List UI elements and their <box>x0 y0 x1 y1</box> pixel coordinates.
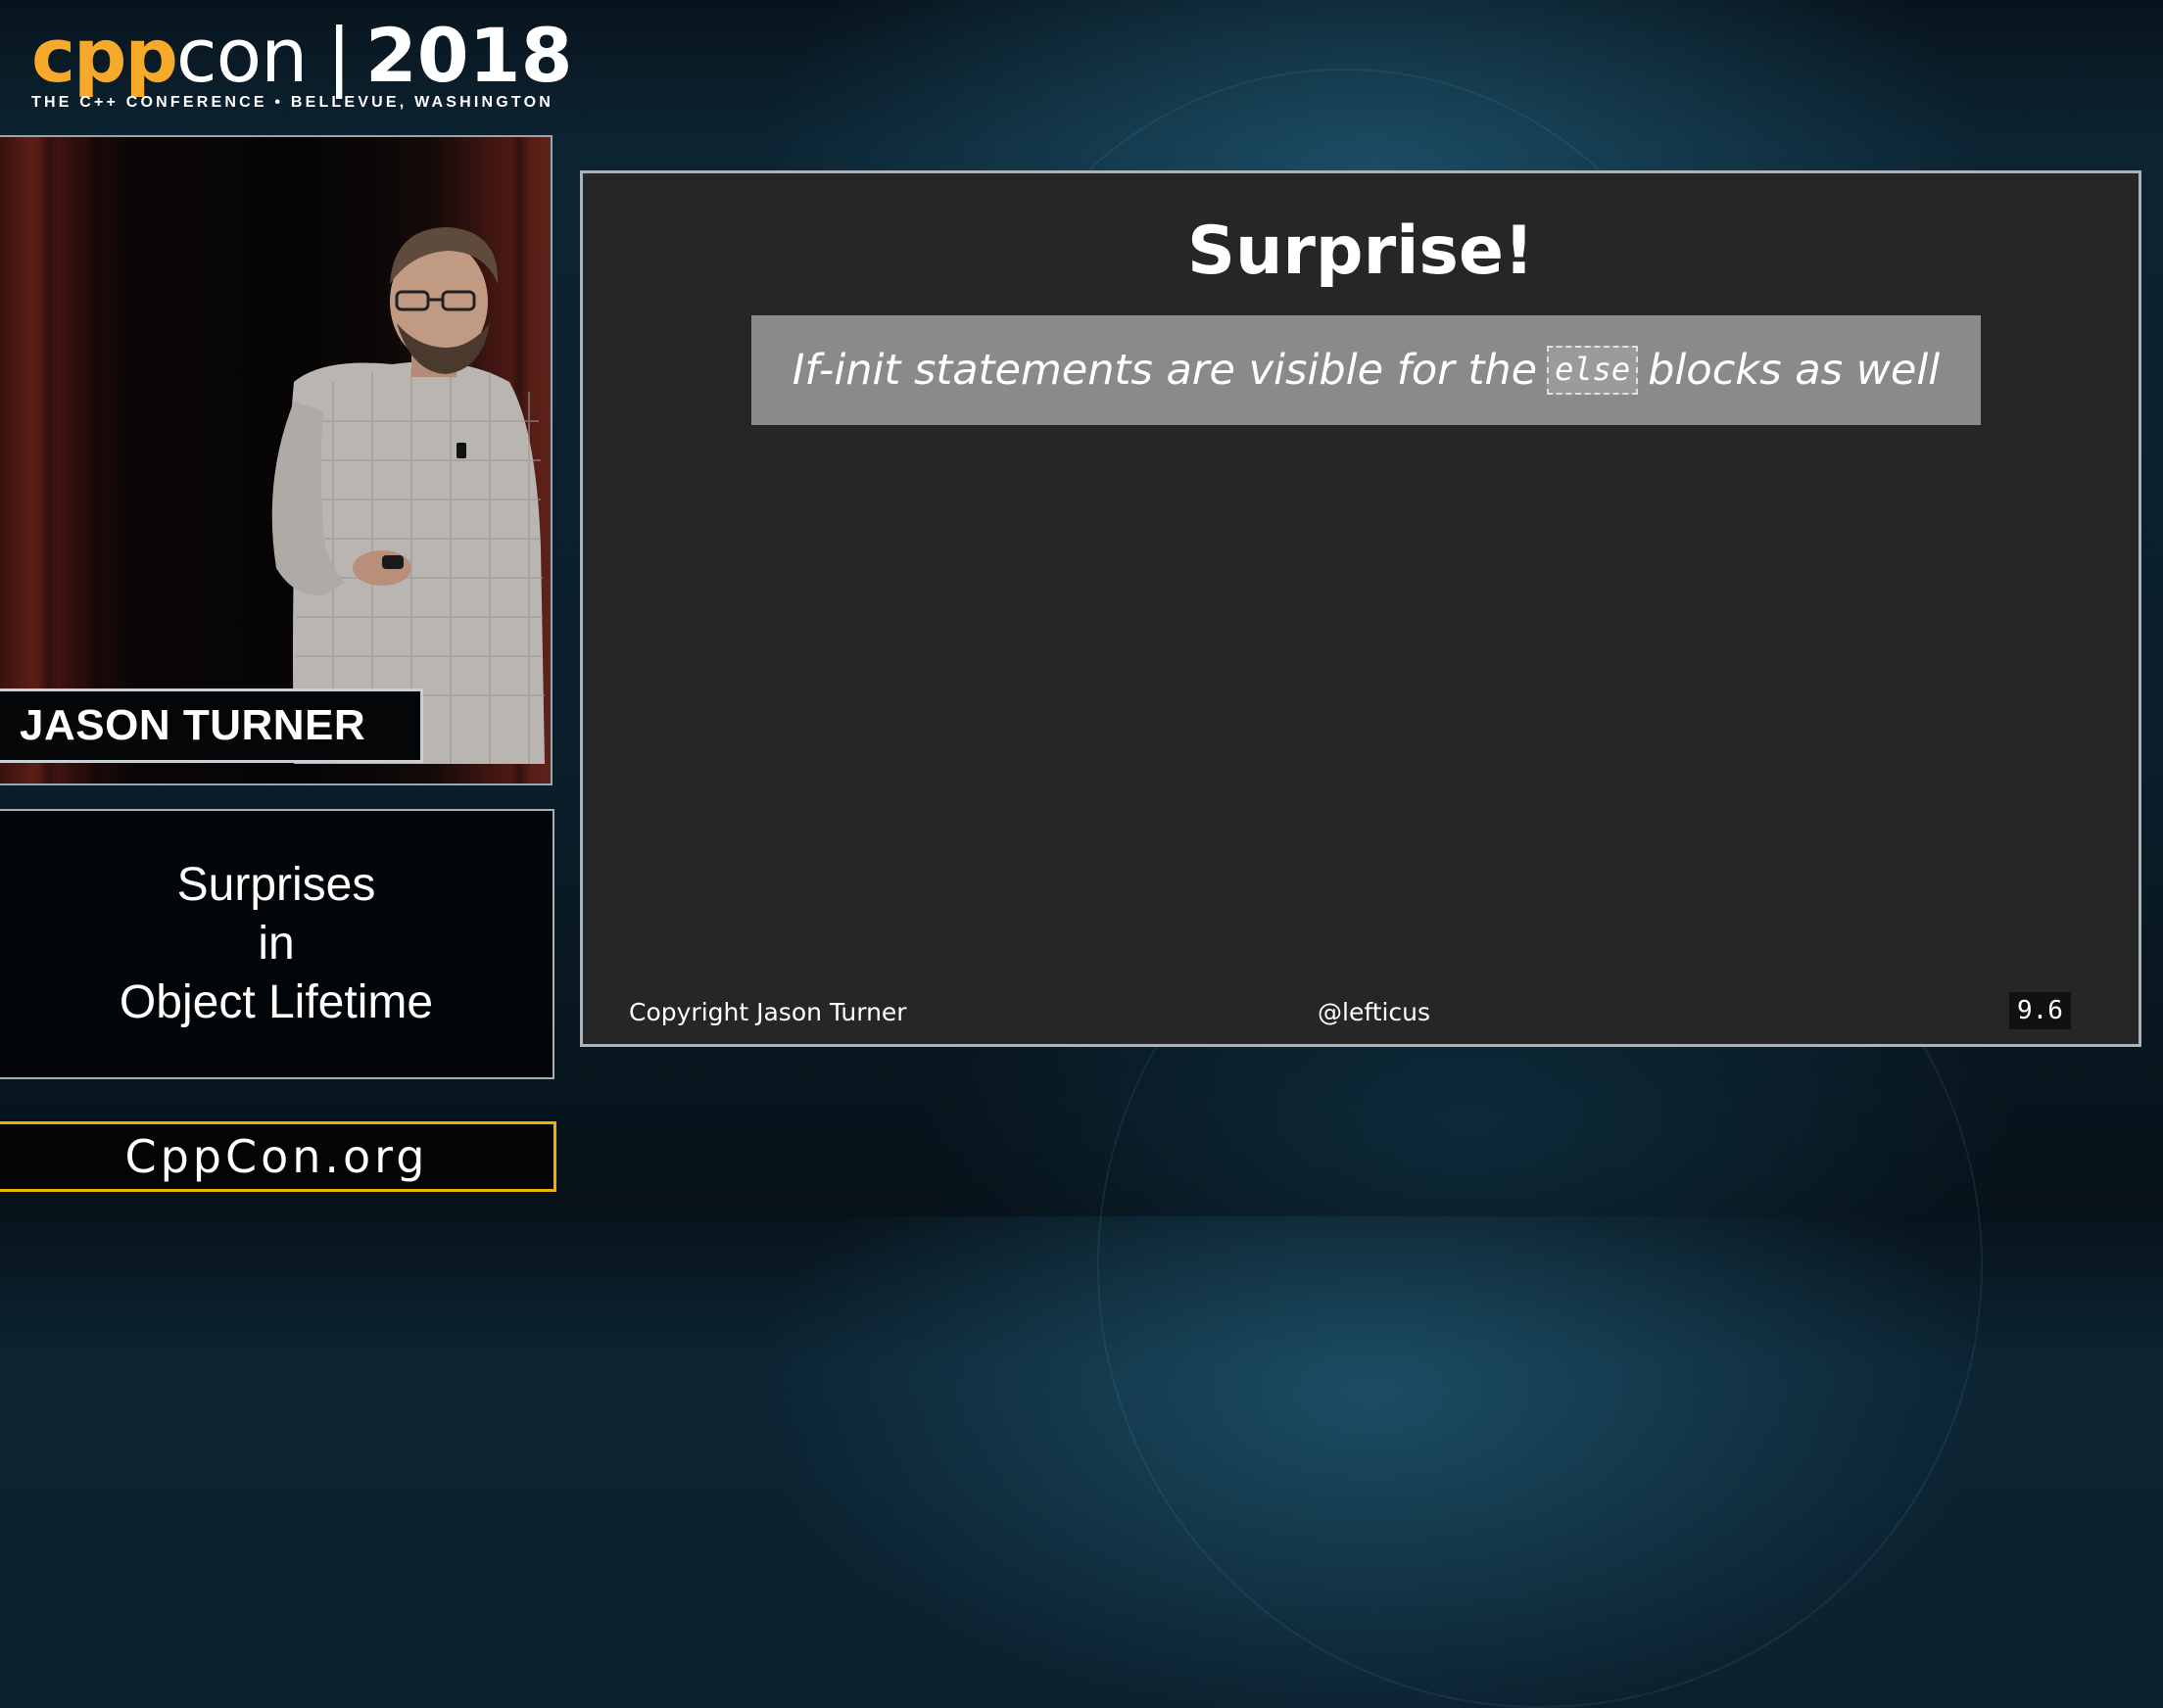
logo-year: 2018 <box>364 12 573 99</box>
conference-site-box: CppCon.org <box>0 1121 556 1192</box>
talk-title-line: Surprises <box>176 859 376 911</box>
slide-page-number: 9.6 <box>2009 992 2071 1029</box>
logo-cpp: cpp <box>31 12 178 99</box>
slide-copyright: Copyright Jason Turner <box>629 998 907 1026</box>
presentation-slide: Surprise! If-init statements are visible… <box>580 170 2141 1047</box>
cppcon-logo: cppcon | 2018 THE C++ CONFERENCE • BELLEVU… <box>31 14 572 121</box>
logo-separator: | <box>326 12 352 99</box>
logo-con: con <box>175 12 308 99</box>
slide-quote-box: If-init statements are visible for the e… <box>751 315 1981 425</box>
slide-handle: @lefticus <box>1318 998 1431 1026</box>
slide-title: Surprise! <box>1186 213 1535 290</box>
speaker-name-plate: JASON TURNER <box>0 688 423 763</box>
talk-title-box: Surprises in Object Lifetime <box>0 809 554 1079</box>
talk-title-line: in <box>258 918 295 970</box>
logo-wordmark: cppcon | 2018 <box>31 14 572 98</box>
quote-text-before: If-init statements are visible for the <box>792 346 1538 395</box>
logo-tagline: THE C++ CONFERENCE • BELLEVUE, WASHINGTO… <box>31 94 553 111</box>
quote-code-keyword: else <box>1547 346 1639 395</box>
slide-quote: If-init statements are visible for the e… <box>792 346 1941 395</box>
conference-site-label: CppCon.org <box>124 1130 429 1183</box>
quote-text-after: blocks as well <box>1648 346 1941 395</box>
speaker-name: JASON TURNER <box>20 701 366 749</box>
talk-title-line: Object Lifetime <box>119 976 434 1028</box>
